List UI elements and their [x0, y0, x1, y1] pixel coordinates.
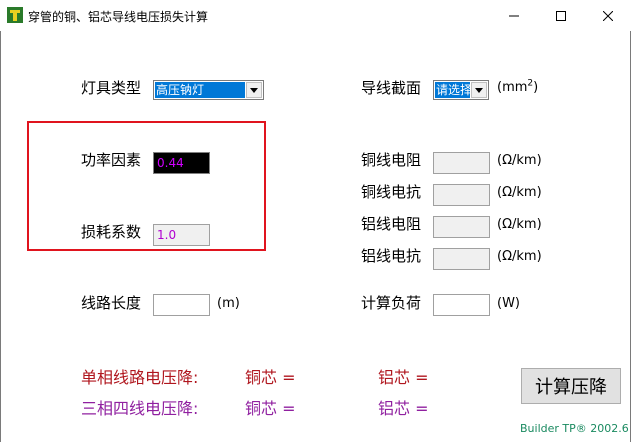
highlight-box: [27, 121, 266, 251]
aluminum-resistance-input[interactable]: [433, 216, 490, 238]
copper-reactance-unit: (Ω/km): [497, 185, 542, 200]
calc-load-unit: (W): [497, 296, 520, 311]
three-phase-copper-label: 铜芯 =: [245, 399, 296, 418]
window-title: 穿管的铜、铝芯导线电压损失计算: [28, 10, 209, 24]
copper-resistance-label: 铜线电阻: [361, 151, 422, 169]
minimize-button[interactable]: [491, 0, 537, 31]
section-label: 导线截面: [361, 79, 422, 97]
single-phase-drop-label: 单相线路电压降:: [81, 368, 199, 387]
aluminum-resistance-label: 铝线电阻: [361, 215, 422, 233]
aluminum-resistance-unit: (Ω/km): [497, 217, 542, 232]
section-unit: (mm2): [497, 79, 539, 96]
section-select[interactable]: 请选择: [433, 80, 489, 100]
line-length-input[interactable]: [153, 294, 210, 316]
section-value: 请选择: [435, 82, 470, 98]
app-icon: [7, 7, 23, 23]
aluminum-reactance-input[interactable]: [433, 248, 490, 270]
close-icon: [603, 10, 613, 21]
section-unit-suffix: ): [533, 80, 539, 95]
copper-reactance-input[interactable]: [433, 184, 490, 206]
chevron-down-icon: [475, 87, 483, 93]
three-phase-aluminum-label: 铝芯 =: [378, 399, 429, 418]
builder-footer: Builder TP® 2002.6: [520, 422, 629, 435]
maximize-button[interactable]: [538, 0, 584, 31]
section-dropdown-arrow[interactable]: [471, 82, 487, 98]
chevron-down-icon: [250, 87, 258, 93]
three-phase-drop-label: 三相四线电压降:: [81, 399, 199, 418]
power-factor-input[interactable]: 0.44: [153, 152, 210, 174]
lamp-type-dropdown-arrow[interactable]: [246, 82, 262, 98]
loss-coefficient-label: 损耗系数: [81, 223, 142, 241]
line-length-unit: (m): [217, 296, 240, 311]
lamp-type-select[interactable]: 高压钠灯: [153, 80, 264, 100]
aluminum-reactance-label: 铝线电抗: [361, 247, 422, 265]
calc-load-label: 计算负荷: [361, 294, 422, 312]
copper-reactance-label: 铜线电抗: [361, 183, 422, 201]
title-bar: 穿管的铜、铝芯导线电压损失计算: [0, 0, 631, 31]
calc-load-input[interactable]: [433, 294, 490, 316]
copper-resistance-unit: (Ω/km): [497, 153, 542, 168]
power-factor-label: 功率因素: [81, 151, 142, 169]
single-phase-copper-label: 铜芯 =: [245, 368, 296, 387]
lamp-type-value: 高压钠灯: [155, 82, 245, 98]
loss-coefficient-input[interactable]: 1.0: [153, 224, 210, 246]
maximize-icon: [556, 10, 566, 21]
calculate-button[interactable]: 计算压降: [521, 368, 621, 404]
minimize-icon: [509, 15, 519, 16]
close-button[interactable]: [585, 0, 631, 31]
aluminum-reactance-unit: (Ω/km): [497, 249, 542, 264]
copper-resistance-input[interactable]: [433, 152, 490, 174]
lamp-type-label: 灯具类型: [81, 79, 142, 97]
line-length-label: 线路长度: [81, 294, 142, 312]
section-unit-prefix: (mm: [497, 80, 528, 95]
single-phase-aluminum-label: 铝芯 =: [378, 368, 429, 387]
